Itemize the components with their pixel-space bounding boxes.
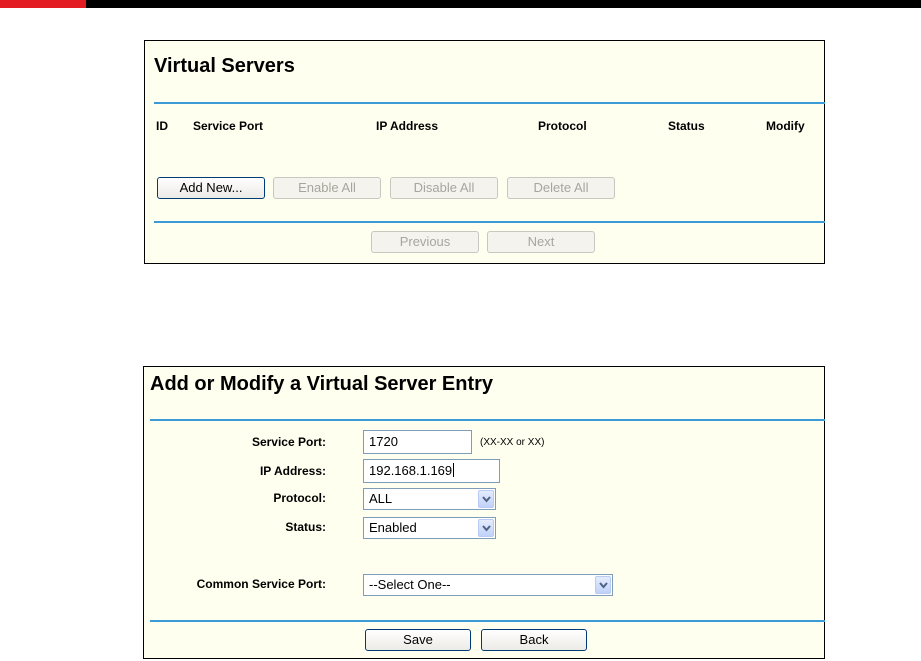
protocol-label: Protocol: [273,491,326,505]
column-header-id: ID [156,119,168,133]
column-header-service-port: Service Port [193,119,264,133]
entry-form-panel: Add or Modify a Virtual Server Entry Ser… [143,366,825,659]
common-service-port-selected-value: --Select One-- [369,577,451,592]
service-port-format-hint: (XX-XX or XX) [480,437,545,448]
divider [154,102,825,104]
status-select[interactable]: Enabled [363,517,496,539]
chevron-down-icon[interactable] [595,576,611,594]
service-port-input[interactable]: 1720 [363,430,472,454]
column-header-ip-address: IP Address [376,119,439,133]
top-banner [0,0,921,8]
add-new-button[interactable]: Add New... [157,177,265,199]
divider [154,221,825,223]
enable-all-button[interactable]: Enable All [273,177,381,199]
save-button[interactable]: Save [365,629,471,651]
form-title: Add or Modify a Virtual Server Entry [150,373,494,395]
chevron-down-icon[interactable] [478,519,494,537]
protocol-selected-value: ALL [369,491,393,506]
text-caret [453,463,455,477]
virtual-servers-panel: Virtual Servers ID Service Port IP Addre… [144,40,825,264]
divider [150,620,825,622]
common-service-port-label: Common Service Port: [196,577,326,591]
ip-address-label: IP Address: [259,464,326,478]
banner-accent [0,0,86,8]
page-title: Virtual Servers [154,55,295,77]
status-label: Status: [285,520,326,534]
column-header-protocol: Protocol [538,119,587,133]
column-header-status: Status [668,119,705,133]
next-button[interactable]: Next [487,231,595,253]
ip-address-value: 192.168.1.169 [369,463,453,478]
chevron-down-icon[interactable] [478,490,494,508]
delete-all-button[interactable]: Delete All [507,177,615,199]
service-port-label: Service Port: [251,435,326,449]
previous-button[interactable]: Previous [371,231,479,253]
ip-address-input[interactable]: 192.168.1.169 [363,459,500,483]
divider [150,419,825,421]
common-service-port-select[interactable]: --Select One-- [363,574,613,596]
disable-all-button[interactable]: Disable All [390,177,498,199]
status-selected-value: Enabled [369,520,417,535]
column-header-modify: Modify [766,119,805,133]
protocol-select[interactable]: ALL [363,488,496,510]
back-button[interactable]: Back [481,629,587,651]
